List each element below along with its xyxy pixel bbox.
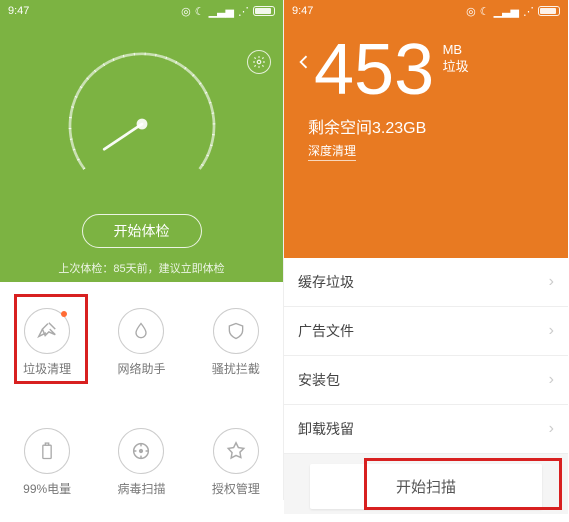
battery-cell[interactable]: 99%电量 (0, 402, 94, 522)
list-item-apk[interactable]: 安装包 › (284, 356, 568, 405)
cell-label: 病毒扫描 (117, 480, 165, 497)
start-checkup-button[interactable]: 开始体检 (82, 214, 202, 248)
moon-icon: ☾ (195, 5, 205, 18)
cell-label: 垃圾清理 (23, 360, 71, 377)
chevron-left-icon (294, 52, 314, 72)
junk-label: 垃圾 (443, 59, 469, 74)
junk-unit: MB (443, 42, 463, 57)
shield-icon (226, 321, 246, 341)
signal-icon: ▁▃▅ (494, 5, 519, 18)
wifi-icon: ⋰ (523, 5, 534, 18)
star-icon (225, 440, 247, 462)
network-assistant-cell[interactable]: 网络助手 (94, 282, 188, 402)
item-label: 卸载残留 (298, 419, 354, 439)
list-item-residual[interactable]: 卸载残留 › (284, 405, 568, 454)
chevron-right-icon: › (549, 273, 554, 291)
cleaner-app-screen: 9:47 ◎ ☾ ▁▃▅ ⋰ 453 MB 垃圾 剩余空间3.23GB (284, 0, 568, 500)
item-label: 缓存垃圾 (298, 272, 354, 292)
item-label: 安装包 (298, 370, 340, 390)
status-bar: 9:47 ◎ ☾ ▁▃▅ ⋰ (284, 0, 568, 22)
battery-icon (538, 6, 560, 16)
category-list: 缓存垃圾 › 广告文件 › 安装包 › 卸载残留 › (284, 258, 568, 454)
header-panel: 453 MB 垃圾 剩余空间3.23GB 深度清理 (284, 22, 568, 258)
deep-clean-link[interactable]: 深度清理 (308, 142, 356, 161)
junk-value: 453 (314, 34, 434, 106)
signal-icon: ▁▃▅ (209, 5, 234, 18)
gauge-meter (52, 34, 232, 214)
location-icon: ◎ (181, 5, 191, 18)
location-icon: ◎ (466, 5, 476, 18)
cell-label: 网络助手 (117, 360, 165, 377)
trash-cleanup-cell[interactable]: 垃圾清理 (0, 282, 94, 402)
battery-icon (253, 6, 275, 16)
item-label: 广告文件 (298, 321, 354, 341)
broom-icon (36, 320, 58, 342)
cell-label: 授权管理 (212, 480, 260, 497)
cell-label: 99%电量 (23, 480, 71, 497)
header-panel: 开始体检 上次体检：85天前，建议立即体检 (0, 22, 283, 282)
chevron-right-icon: › (549, 420, 554, 438)
block-spam-cell[interactable]: 骚扰拦截 (189, 282, 283, 402)
gear-icon (252, 55, 266, 69)
status-bar: 9:47 ◎ ☾ ▁▃▅ ⋰ (0, 0, 283, 22)
chevron-right-icon: › (549, 371, 554, 389)
moon-icon: ☾ (480, 5, 490, 18)
security-app-screen: 9:47 ◎ ☾ ▁▃▅ ⋰ 开始体检 上次体 (0, 0, 284, 500)
status-time: 9:47 (8, 5, 29, 17)
target-icon (130, 440, 152, 462)
settings-button[interactable] (247, 50, 271, 74)
wifi-icon: ⋰ (238, 5, 249, 18)
drop-icon (131, 321, 151, 341)
virus-scan-cell[interactable]: 病毒扫描 (94, 402, 188, 522)
start-scan-button[interactable]: 开始扫描 (310, 464, 542, 509)
permission-cell[interactable]: 授权管理 (189, 402, 283, 522)
last-checkup-text: 上次体检：85天前，建议立即体检 (0, 260, 283, 276)
list-item-cache[interactable]: 缓存垃圾 › (284, 258, 568, 307)
status-time: 9:47 (292, 5, 313, 17)
cell-label: 骚扰拦截 (212, 360, 260, 377)
free-space-text: 剩余空间3.23GB (308, 114, 552, 138)
feature-grid: 垃圾清理 网络助手 骚扰拦截 99%电量 (0, 282, 283, 522)
chevron-right-icon: › (549, 322, 554, 340)
list-item-ads[interactable]: 广告文件 › (284, 307, 568, 356)
battery-icon (37, 441, 57, 461)
back-button[interactable] (294, 52, 314, 77)
